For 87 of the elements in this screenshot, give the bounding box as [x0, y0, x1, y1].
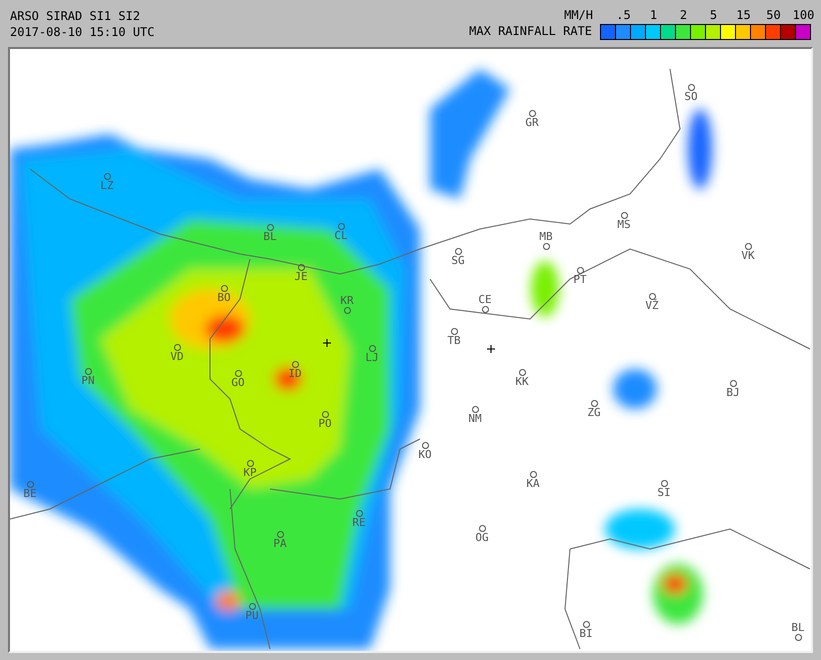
- city-label: PA: [273, 538, 287, 550]
- city-label: ZG: [587, 407, 601, 419]
- city-marker-icon: [730, 380, 737, 387]
- legend-tick-label: 5: [710, 8, 718, 22]
- city-marker-icon: [543, 243, 550, 250]
- city-marker-icon: [519, 369, 526, 376]
- city-label: NM: [468, 413, 482, 425]
- city-marker-icon: [292, 361, 299, 368]
- city-label: MS: [617, 219, 631, 231]
- city-label: JE: [294, 271, 308, 283]
- city-label: PT: [573, 274, 587, 286]
- legend-tick-label: .5: [616, 8, 631, 22]
- city-marker-icon: [249, 603, 256, 610]
- city-label: SO: [684, 91, 698, 103]
- city-label: MB: [539, 231, 553, 243]
- timestamp: 2017-08-10 15:10 UTC: [10, 26, 154, 38]
- city-marker-icon: [649, 293, 656, 300]
- unit-label: MM/H: [564, 8, 593, 22]
- city-label: KA: [526, 478, 540, 490]
- city-label: OG: [475, 532, 489, 544]
- city-marker-icon: [174, 344, 181, 351]
- city-marker-icon: [472, 406, 479, 413]
- city-marker-icon: [235, 370, 242, 377]
- city-label: LZ: [100, 180, 114, 192]
- crosshair-icon: [486, 344, 496, 354]
- city-marker-icon: [322, 411, 329, 418]
- city-marker-icon: [577, 267, 584, 274]
- city-label: CE: [478, 294, 492, 306]
- city-marker-icon: [344, 307, 351, 314]
- city-marker-icon: [530, 471, 537, 478]
- legend-tick-label: 2: [680, 8, 688, 22]
- city-label: PU: [245, 610, 259, 622]
- city-marker-icon: [621, 212, 628, 219]
- city-label: GR: [525, 117, 539, 129]
- city-marker-icon: [479, 525, 486, 532]
- city-marker-icon: [277, 531, 284, 538]
- city-marker-icon: [451, 328, 458, 335]
- city-marker-icon: [338, 223, 345, 230]
- city-marker-icon: [688, 84, 695, 91]
- city-label: SG: [451, 255, 465, 267]
- city-marker-icon: [529, 110, 536, 117]
- city-marker-icon: [583, 621, 590, 628]
- city-label: BE: [23, 488, 37, 500]
- legend-tick-label: 1: [650, 8, 658, 22]
- city-label: TB: [447, 335, 461, 347]
- city-marker-icon: [795, 634, 802, 641]
- city-label: KO: [418, 449, 432, 461]
- city-marker-icon: [221, 285, 228, 292]
- city-label: KK: [515, 376, 529, 388]
- legend-tick-label: 50: [766, 8, 781, 22]
- city-label: CL: [334, 230, 348, 242]
- legend-title: MAX RAINFALL RATE: [469, 25, 592, 38]
- city-label: BO: [217, 292, 231, 304]
- city-marker-icon: [356, 510, 363, 517]
- city-label: BL: [263, 231, 277, 243]
- city-label: VD: [170, 351, 184, 363]
- city-label: BI: [579, 628, 593, 640]
- city-marker-icon: [267, 224, 274, 231]
- city-marker-icon: [27, 481, 34, 488]
- city-label: SI: [657, 487, 671, 499]
- crosshair-icon: [322, 338, 332, 348]
- city-marker-icon: [482, 306, 489, 313]
- city-label: VŽ: [645, 300, 659, 312]
- city-label: KR: [340, 295, 354, 307]
- city-marker-icon: [369, 345, 376, 352]
- radar-title: ARSO SIRAD SI1 SI2: [10, 10, 142, 22]
- city-label: PN: [81, 375, 95, 387]
- legend-tick-label: 100: [792, 8, 814, 22]
- city-label: PO: [318, 418, 332, 430]
- city-marker-icon: [422, 442, 429, 449]
- legend-tick-label: 15: [736, 8, 751, 22]
- city-marker-icon: [455, 248, 462, 255]
- city-label: BJ: [726, 387, 740, 399]
- city-label: GO: [231, 377, 245, 389]
- city-marker-icon: [591, 400, 598, 407]
- city-marker-icon: [661, 480, 668, 487]
- city-marker-icon: [85, 368, 92, 375]
- city-label: ID: [288, 368, 302, 380]
- city-label: BL: [791, 622, 805, 634]
- city-label: RE: [352, 517, 366, 529]
- city-label: LJ: [365, 352, 379, 364]
- city-marker-icon: [298, 264, 305, 271]
- city-marker-icon: [247, 460, 254, 467]
- city-marker-icon: [745, 243, 752, 250]
- city-label: KP: [243, 467, 257, 479]
- city-label: VK: [741, 250, 755, 262]
- city-marker-icon: [104, 173, 111, 180]
